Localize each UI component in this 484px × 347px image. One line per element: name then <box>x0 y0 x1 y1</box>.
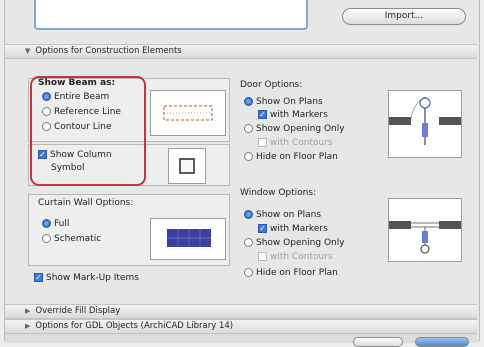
door-options-title: Door Options: <box>240 80 303 90</box>
radio-icon[interactable] <box>244 268 253 277</box>
door-with-contours[interactable]: with Contours <box>258 138 333 148</box>
show-markup-checkbox[interactable]: ✓ Show Mark-Up Items <box>34 273 139 283</box>
radio-selected-icon[interactable] <box>244 97 253 106</box>
door-plan-icon <box>389 96 461 145</box>
curtain-wall-icon <box>167 229 211 247</box>
section-override-fill[interactable]: ▶ Override Fill Display <box>5 304 477 319</box>
disclosure-triangle-icon[interactable]: ▼ <box>25 47 30 55</box>
window-with-contours[interactable]: with Contours <box>258 252 333 262</box>
window-preview <box>388 198 462 262</box>
ok-button[interactable] <box>415 337 469 347</box>
checkbox-checked-icon[interactable]: ✓ <box>258 224 267 233</box>
beam-preview-icon <box>163 105 213 121</box>
checkbox-disabled-icon[interactable] <box>258 138 267 147</box>
window-with-markers[interactable]: ✓ with Markers <box>258 224 328 234</box>
radio-icon[interactable] <box>244 152 253 161</box>
curtain-option-full[interactable]: Full <box>42 219 69 229</box>
cancel-button[interactable] <box>353 337 403 347</box>
window-show-on-plans[interactable]: Show on Plans <box>244 210 321 220</box>
bottom-bar <box>5 334 477 347</box>
column-symbol-icon <box>179 158 195 174</box>
window-hide-on-floor-plan[interactable]: Hide on Floor Plan <box>244 268 338 278</box>
window-show-opening-only[interactable]: Show Opening Only <box>244 238 345 248</box>
door-preview <box>388 90 462 158</box>
section-construction-elements[interactable]: ▼ Options for Construction Elements <box>5 44 477 59</box>
radio-selected-icon[interactable] <box>244 210 253 219</box>
window-plan-icon <box>389 221 461 254</box>
door-show-on-plans[interactable]: Show On Plans <box>244 97 323 107</box>
door-show-opening-only[interactable]: Show Opening Only <box>244 124 345 134</box>
section-gdl-objects[interactable]: ▶ Options for GDL Objects (ArchiCAD Libra… <box>5 319 477 334</box>
checkbox-disabled-icon[interactable] <box>258 252 267 261</box>
radio-selected-icon[interactable] <box>42 219 51 228</box>
curtain-wall-preview <box>150 218 226 260</box>
disclosure-triangle-icon[interactable]: ▶ <box>25 307 30 315</box>
curtain-wall-title: Curtain Wall Options: <box>38 198 134 208</box>
beam-preview <box>150 90 226 136</box>
door-with-markers[interactable]: ✓ with Markers <box>258 110 328 120</box>
window-options-title: Window Options: <box>240 188 317 198</box>
section-construction-label: Options for Construction Elements <box>35 46 182 56</box>
highlight-outline <box>30 76 146 186</box>
checkbox-checked-icon[interactable]: ✓ <box>34 273 43 282</box>
checkbox-checked-icon[interactable]: ✓ <box>258 110 267 119</box>
column-preview <box>168 148 206 184</box>
radio-icon[interactable] <box>42 234 51 243</box>
import-button[interactable]: Import... <box>342 8 466 25</box>
door-hide-on-floor-plan[interactable]: Hide on Floor Plan <box>244 152 338 162</box>
disclosure-triangle-icon[interactable]: ▶ <box>25 322 30 330</box>
import-list-field[interactable] <box>34 0 308 30</box>
curtain-option-schematic[interactable]: Schematic <box>42 234 101 244</box>
section-override-label: Override Fill Display <box>35 306 121 316</box>
radio-icon[interactable] <box>244 124 253 133</box>
section-gdl-label: Options for GDL Objects (ArchiCAD Librar… <box>35 321 234 331</box>
radio-icon[interactable] <box>244 238 253 247</box>
